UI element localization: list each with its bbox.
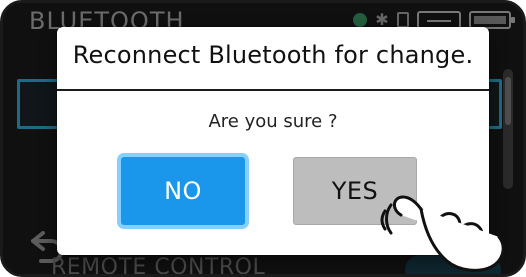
device-screen: BLUETOOTH ✱ REMOTE CONTROL Reconnect Blu… <box>0 0 526 277</box>
dialog-divider <box>57 89 489 91</box>
confirm-dialog: Reconnect Bluetooth for change. Are you … <box>57 27 489 255</box>
yes-button[interactable]: YES <box>293 157 417 225</box>
remote-control-label: REMOTE CONTROL <box>51 255 266 277</box>
sd-card-icon <box>397 12 409 28</box>
no-button[interactable]: NO <box>121 157 245 225</box>
remote-control-toggle[interactable] <box>405 255 501 274</box>
scrollbar[interactable] <box>503 69 513 189</box>
dialog-message: Are you sure ? <box>208 111 338 132</box>
status-dot-icon <box>353 13 367 27</box>
dialog-title: Reconnect Bluetooth for change. <box>72 41 474 69</box>
